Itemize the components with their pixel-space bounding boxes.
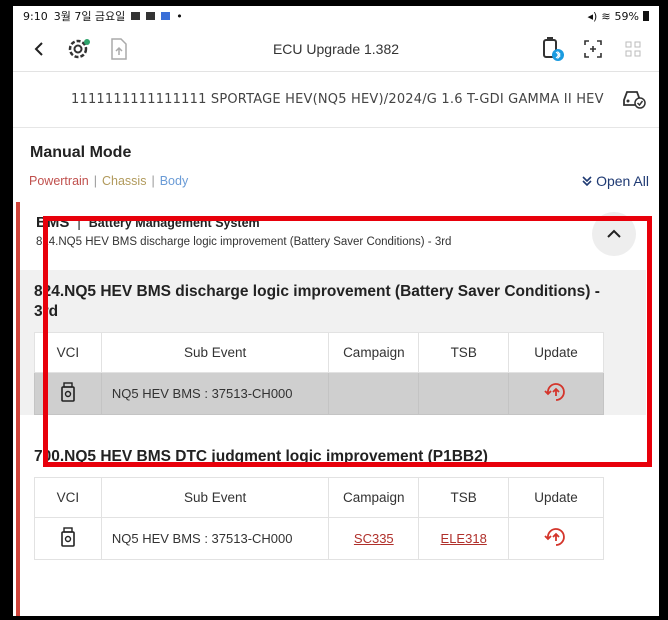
col-campaign: Campaign [328,332,420,373]
double-chevron-down-icon [582,176,592,186]
system-card-header[interactable]: BMS | Battery Management System 824.NQ5 … [36,212,636,256]
col-sub-event: Sub Event [100,477,330,518]
filter-chassis[interactable]: Chassis [102,174,146,188]
update-icon [544,383,565,401]
status-date: 3월 7일 금요일 [53,10,126,23]
col-sub-event: Sub Event [100,332,330,373]
sub-event-cell: NQ5 HEV BMS : 37513-CH000 [100,517,330,560]
battery-icon [643,11,649,21]
system-code: BMS [36,214,70,231]
vehicle-gear-icon [68,38,90,58]
vci-cell [34,372,102,415]
campaign-cell [328,372,420,415]
system-separator: | [77,214,81,230]
table-header-row: VCI Sub Event Campaign TSB Update [34,477,604,518]
vehicle-info-bar: 1111111111111111 SPORTAGE HEV(NQ5 HEV)/2… [13,72,659,128]
update-button[interactable] [508,372,604,415]
chevron-up-icon [607,229,621,238]
wifi-icon: ≋ [601,9,611,23]
campaign-link-text[interactable]: SC335 [354,531,394,546]
col-vci: VCI [34,332,102,373]
col-update: Update [508,332,604,373]
app-icon [161,12,171,20]
open-all-label: Open All [596,173,649,189]
filter-powertrain[interactable]: Powertrain [29,174,89,188]
back-arrow-icon [34,41,43,56]
col-campaign: Campaign [328,477,420,518]
system-name: Battery Management System [88,216,260,230]
table-header-row: VCI Sub Event Campaign TSB Update [34,332,604,373]
table-row[interactable]: NQ5 HEV BMS : 37513-CH000 [34,372,604,415]
car-check-icon [623,90,646,109]
status-bar: 9:10 3월 7일 금요일 • ◂) ≋ 59% [13,6,659,26]
system-list: BMS | Battery Management System 824.NQ5 … [16,202,646,616]
event-title: 700.NQ5 HEV BMS DTC judgment logic impro… [34,448,488,465]
tsb-cell [418,372,510,415]
category-filter: Powertrain | Chassis | Body Open All [13,166,659,196]
update-button[interactable] [508,517,604,560]
vci-bluetooth-icon [543,36,564,61]
scan-button[interactable] [573,29,613,69]
filter-body[interactable]: Body [160,174,189,188]
mute-icon: ◂) [587,9,598,23]
filter-separator: | [93,174,97,188]
vci-cell [34,517,102,560]
vehicle-settings-button[interactable] [59,29,99,69]
app-frame: 9:10 3월 7일 금요일 • ◂) ≋ 59% ECU Upgrade 1.… [13,6,659,616]
tsb-link[interactable]: ELE318 [418,517,510,560]
col-vci: VCI [34,477,102,518]
system-card-bms: BMS | Battery Management System 824.NQ5 … [20,202,646,560]
table-row[interactable]: NQ5 HEV BMS : 37513-CH000 SC335 ELE318 [34,517,604,560]
tsb-link-text[interactable]: ELE318 [441,531,487,546]
event-table: VCI Sub Event Campaign TSB Update NQ5 HE… [34,332,604,415]
campaign-link[interactable]: SC335 [328,517,420,560]
event-block: 700.NQ5 HEV BMS DTC judgment logic impro… [20,431,646,560]
open-all-button[interactable]: Open All [582,173,649,189]
vci-device-icon [61,382,75,402]
scan-icon [584,39,602,58]
app-bar: ECU Upgrade 1.382 [13,26,659,72]
collapse-button[interactable] [592,212,636,256]
event-block: 824.NQ5 HEV BMS discharge logic improvem… [20,270,646,415]
grid-icon [625,41,641,56]
col-tsb: TSB [418,332,510,373]
app-title: ECU Upgrade 1.382 [272,40,400,57]
vehicle-description: 1111111111111111 SPORTAGE HEV(NQ5 HEV)/2… [71,92,604,107]
event-table: VCI Sub Event Campaign TSB Update NQ5 HE… [34,477,604,560]
file-upload-button[interactable] [99,29,139,69]
filter-separator: | [151,174,155,188]
event-title: 824.NQ5 HEV BMS discharge logic improvem… [34,283,600,320]
folder-icon [146,12,156,20]
vci-connect-button[interactable] [533,29,573,69]
battery-level: 59% [614,9,639,23]
page-title: Manual Mode [30,144,132,161]
notification-icon [131,12,141,20]
update-icon [544,528,565,546]
status-time: 9:10 [23,9,48,23]
col-tsb: TSB [418,477,510,518]
grid-menu-button[interactable] [613,29,653,69]
vci-device-icon [61,527,75,547]
file-upload-icon [111,37,127,60]
sub-event-cell: NQ5 HEV BMS : 37513-CH000 [100,372,330,415]
col-update: Update [508,477,604,518]
car-check-button[interactable] [621,86,647,114]
system-subtitle: 824.NQ5 HEV BMS discharge logic improvem… [36,236,452,248]
more-dot-icon: • [176,9,183,23]
back-button[interactable] [19,29,59,69]
